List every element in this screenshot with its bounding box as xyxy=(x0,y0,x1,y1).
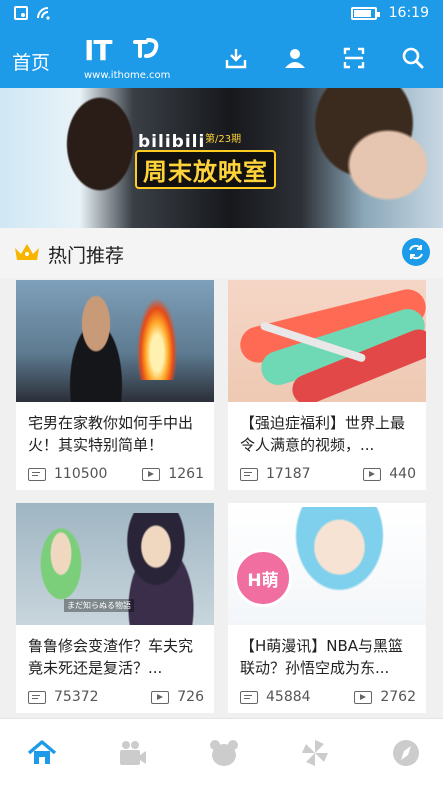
logo-text: IT xyxy=(84,34,113,67)
play-count: 726 xyxy=(177,689,204,705)
nav-discover[interactable] xyxy=(386,735,426,771)
banner-image-right xyxy=(300,88,443,228)
logo-mark-icon xyxy=(133,38,159,58)
video-title: 【强迫症福利】世界上最令人满意的视频，... xyxy=(240,414,406,454)
video-thumbnail xyxy=(16,280,214,402)
compass-icon xyxy=(393,740,419,766)
download-icon[interactable] xyxy=(222,44,250,72)
promo-banner[interactable]: bilibili 第/23期 周末放映室 xyxy=(0,88,443,228)
comment-icon xyxy=(240,467,258,481)
video-thumbnail: まだ知らぬる物語 xyxy=(16,503,214,625)
video-card[interactable]: H萌 【H萌漫讯】NBA与黑篮联动？孙悟空成为东... 45884 2762 xyxy=(228,503,426,713)
crown-icon xyxy=(15,244,39,260)
logo-url: www.ithome.com xyxy=(84,70,171,81)
comment-count: 45884 xyxy=(266,689,311,705)
play-count: 440 xyxy=(389,466,416,482)
top-bar: 首页 IT www.ithome.com xyxy=(0,30,443,88)
bear-icon xyxy=(210,740,238,766)
banner-episode: 第/23期 xyxy=(205,134,242,145)
comment-count: 17187 xyxy=(266,466,311,482)
ithome-logo: IT www.ithome.com xyxy=(84,34,176,84)
pinwheel-icon xyxy=(302,740,328,766)
notification-icon xyxy=(14,6,28,20)
video-stats: 75372 726 xyxy=(28,689,204,707)
banner-brand: bilibili xyxy=(138,132,206,152)
comment-count: 75372 xyxy=(54,689,99,705)
video-title: 鲁鲁修会变渣作？车夫究竟未死还是复活？... xyxy=(28,637,194,677)
video-card[interactable]: まだ知らぬる物語 鲁鲁修会变渣作？车夫究竟未死还是复活？... 75372 72… xyxy=(16,503,214,713)
thumbnail-badge: H萌 xyxy=(234,549,292,607)
video-card[interactable]: 【强迫症福利】世界上最令人满意的视频，... 17187 440 xyxy=(228,280,426,490)
play-icon xyxy=(363,467,382,481)
wifi-icon xyxy=(37,7,50,20)
comment-count: 110500 xyxy=(54,466,108,482)
nav-bear[interactable] xyxy=(204,735,244,771)
home-icon xyxy=(27,740,57,764)
comment-icon xyxy=(28,467,46,481)
comment-icon xyxy=(28,690,46,704)
banner-title-box: 周末放映室 xyxy=(135,150,276,189)
play-count: 2762 xyxy=(380,689,416,705)
video-thumbnail: H萌 xyxy=(228,503,426,625)
thumbnail-caption: まだ知らぬる物語 xyxy=(64,599,134,612)
video-title: 【H萌漫讯】NBA与黑篮联动？孙悟空成为东... xyxy=(240,637,404,677)
video-title: 宅男在家教你如何手中出火！其实特别简单！ xyxy=(28,414,194,454)
play-icon xyxy=(142,467,161,481)
play-count: 1261 xyxy=(168,466,204,482)
search-icon[interactable] xyxy=(399,44,427,72)
section-header: 热门推荐 xyxy=(0,228,443,278)
home-label[interactable]: 首页 xyxy=(12,48,50,75)
play-icon xyxy=(151,690,170,704)
nav-home[interactable] xyxy=(22,735,62,771)
bottom-nav xyxy=(0,718,443,788)
nav-video[interactable] xyxy=(113,735,153,771)
battery-icon xyxy=(350,6,380,20)
status-bar: 16:19 xyxy=(0,0,443,30)
video-card[interactable]: 宅男在家教你如何手中出火！其实特别简单！ 110500 1261 xyxy=(16,280,214,490)
video-stats: 17187 440 xyxy=(240,466,416,484)
video-stats: 110500 1261 xyxy=(28,466,204,484)
user-icon[interactable] xyxy=(281,44,309,72)
comment-icon xyxy=(240,690,258,704)
section-title: 热门推荐 xyxy=(48,245,125,267)
scan-icon[interactable] xyxy=(340,44,368,72)
banner-title: 周末放映室 xyxy=(143,158,268,186)
status-time: 16:19 xyxy=(388,5,429,21)
nav-pinwheel[interactable] xyxy=(295,735,335,771)
video-icon xyxy=(120,741,146,765)
video-thumbnail xyxy=(228,280,426,402)
play-icon xyxy=(354,690,373,704)
refresh-icon[interactable] xyxy=(402,238,430,266)
video-stats: 45884 2762 xyxy=(240,689,416,707)
